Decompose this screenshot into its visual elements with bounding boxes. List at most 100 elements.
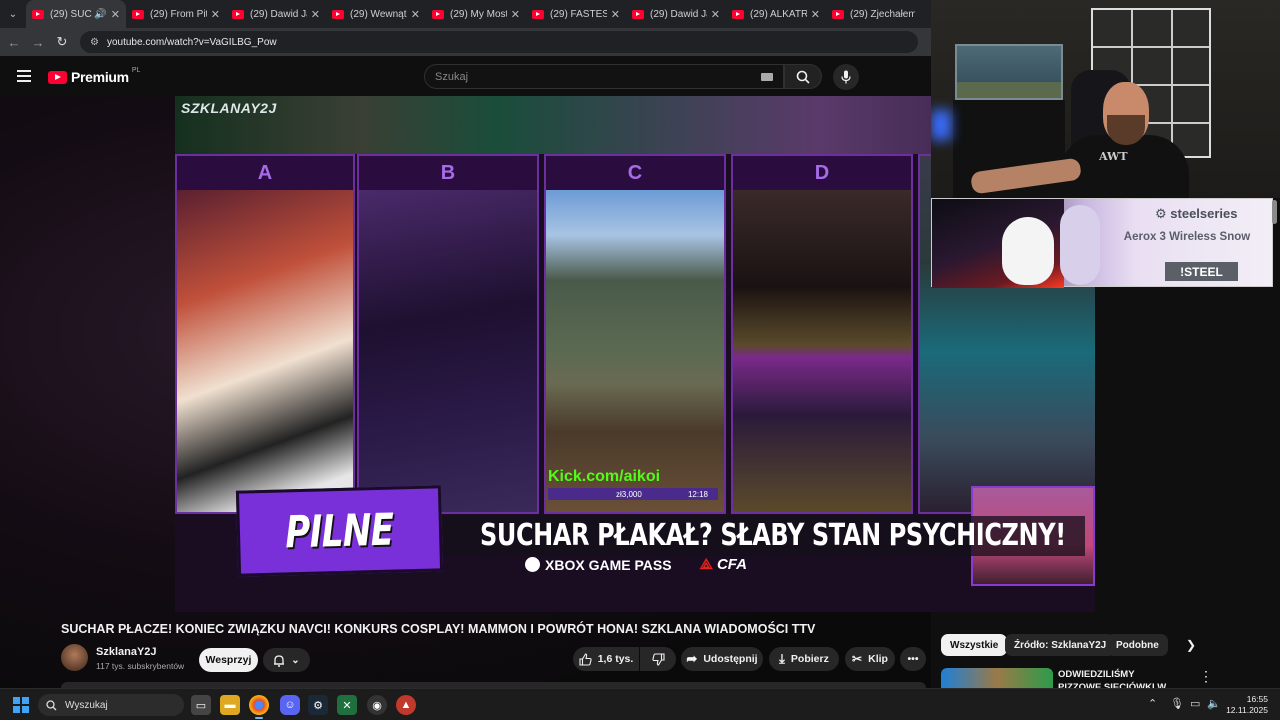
chevron-right-icon[interactable]: ❯ [1186,638,1196,652]
chip-related[interactable]: Podobne [1107,634,1168,656]
windows-start-icon[interactable] [13,697,29,713]
kebab-menu-icon[interactable]: ⋮ [1199,668,1213,685]
close-tab-icon[interactable]: ✕ [611,8,620,21]
download-button[interactable]: ⤓ Pobierz [769,647,839,671]
browser-tab[interactable]: (29) ALKATRAZ ✕ [726,0,826,28]
logo-text: Premium [71,69,129,85]
microphone-tray-icon[interactable]: 🎙 [1170,697,1184,710]
close-tab-icon[interactable]: ✕ [711,8,720,21]
browser-tab[interactable]: (29) FASTEST C ✕ [526,0,626,28]
aquarium-image [955,44,1063,100]
tab-title: (29) Dawid Jas [250,8,307,20]
url-field[interactable]: ⚙ youtube.com/watch?v=VaGILBG_Pow [80,31,918,53]
clip-button[interactable]: ✂ Klip [845,647,895,671]
close-tab-icon[interactable]: ✕ [211,8,220,21]
headline-text: SUCHAR PŁAKAŁ? SŁABY STAN PSYCHICZNY! [480,518,1066,553]
taskbar-search-input[interactable]: Wyszukaj [38,694,184,716]
chip-all[interactable]: Wszystkie [941,634,1008,656]
scrollbar-thumb[interactable] [1272,200,1277,224]
chrome-icon[interactable] [249,695,269,719]
notifications-button[interactable]: ⌄ [263,648,310,672]
browser-tab[interactable]: (29) From Pit L ✕ [126,0,226,28]
join-button[interactable]: Wesprzyj [199,648,258,672]
thumbs-up-icon [579,652,592,666]
cosplayer-image [359,190,537,512]
browser-tab[interactable]: (29) Dawid Jas ✕ [626,0,726,28]
youtube-favicon-icon [32,9,44,19]
led-light [931,110,951,140]
video-title: SUCHAR PŁACZE! KONIEC ZWIĄZKU NAVCI! KON… [61,622,816,636]
close-tab-icon[interactable]: ✕ [411,8,420,21]
mountain-image [546,190,724,512]
browser-tab[interactable]: (29) Wewnątrz ✕ [326,0,426,28]
recommended-thumbnail[interactable] [941,668,1053,688]
panel-label: D [733,156,911,190]
cfa-logo: ⟁ CFA [700,556,747,573]
clock-time: 16:55 [1246,694,1268,704]
site-info-icon[interactable]: ⚙ [90,37,99,48]
browser-tab-strip: ⌄ (29) SUCHA 🔊 ✕ (29) From Pit L ✕ (29) D… [0,0,931,28]
search-button[interactable] [784,64,822,89]
dislike-button[interactable] [640,647,676,671]
like-count: 1,6 tys. [597,653,634,665]
browser-tab[interactable]: (29) Zjechałem [826,0,921,28]
tray-overflow-chevron-icon[interactable]: ⌃ [1148,697,1157,710]
task-view-icon[interactable]: ▭ [191,695,211,715]
like-button[interactable]: 1,6 tys. [573,647,639,671]
voice-search-button[interactable] [833,64,859,90]
speaker-icon[interactable]: 🔊 [94,9,106,20]
recommended-title[interactable]: ODWIEDZILIŚMY PIZZOWE SIECIÓWKI W WARSZA… [1058,668,1178,688]
cosplay-panel-b: B [357,154,539,514]
close-tab-icon[interactable]: ✕ [311,8,320,21]
obs-icon[interactable]: ◉ [367,695,387,715]
browser-tab[interactable]: (29) SUCHA 🔊 ✕ [26,0,126,28]
reload-icon[interactable]: ↻ [50,34,74,50]
youtube-favicon-icon [732,9,744,19]
ad-brand: ⚙ steelseries [1155,206,1238,221]
excel-like-app-icon[interactable]: ✕ [337,695,357,715]
app-icon[interactable]: ▲ [396,695,416,715]
close-tab-icon[interactable]: ✕ [111,8,120,21]
taskbar-clock[interactable]: 16:55 12.11.2025 [1226,694,1268,716]
tab-search-chevron-icon[interactable]: ⌄ [0,0,26,28]
youtube-logo[interactable]: Premium PL [48,66,141,85]
tab-title: (29) Dawid Jas [650,8,707,20]
donation-amount: zł3,000 [616,489,642,499]
youtube-favicon-icon [632,9,644,19]
forward-icon[interactable]: → [26,35,50,50]
tab-title: (29) From Pit L [150,8,207,20]
donation-bar: zł3,000 12:18 [548,488,718,500]
shirt-print: AWT [1099,150,1128,163]
back-icon[interactable]: ← [2,35,26,50]
download-label: Pobierz [790,653,829,665]
discord-icon[interactable]: ☺ [280,695,300,715]
network-icon[interactable]: ▭ [1190,697,1200,710]
share-button[interactable]: ➦ Udostępnij [681,647,763,671]
bell-icon [274,654,285,667]
chip-source[interactable]: Źródło: SzklanaY2J [1005,634,1116,656]
channel-name[interactable]: SzklanaY2J [96,646,157,658]
volume-icon[interactable]: 🔈 [1207,697,1221,710]
channel-avatar[interactable] [61,644,88,671]
tab-title: (29) FASTEST C [550,8,607,20]
windows-taskbar: Wyszukaj ▭ ▬ ☺ ⚙ ✕ ◉ ▲ ⌃ 🎙 ▭ 🔈 16:55 12.… [0,688,1280,720]
browser-tab[interactable]: (29) My Most B ✕ [426,0,526,28]
youtube-favicon-icon [232,9,244,19]
ad-command: !STEEL [1165,262,1238,281]
close-tab-icon[interactable]: ✕ [811,8,820,21]
file-explorer-icon[interactable]: ▬ [220,695,240,715]
urgent-badge-text: PILNE [284,504,395,558]
close-tab-icon[interactable]: ✕ [511,8,520,21]
share-label: Udostępnij [703,653,758,665]
more-actions-button[interactable]: ••• [900,647,926,671]
browser-tab[interactable]: (29) Dawid Jas ✕ [226,0,326,28]
menu-icon[interactable] [17,70,31,85]
search-input[interactable]: Szukaj [424,64,784,89]
tab-title: (29) Wewnątrz [350,8,407,20]
keyboard-icon[interactable] [761,73,773,81]
steam-icon[interactable]: ⚙ [308,695,328,715]
region-badge: PL [131,66,141,74]
panel-label: A [177,156,353,190]
clip-label: Klip [868,653,888,665]
sponsor-ad-banner: ⚙ steelseries Aerox 3 Wireless Snow !STE… [931,198,1273,288]
